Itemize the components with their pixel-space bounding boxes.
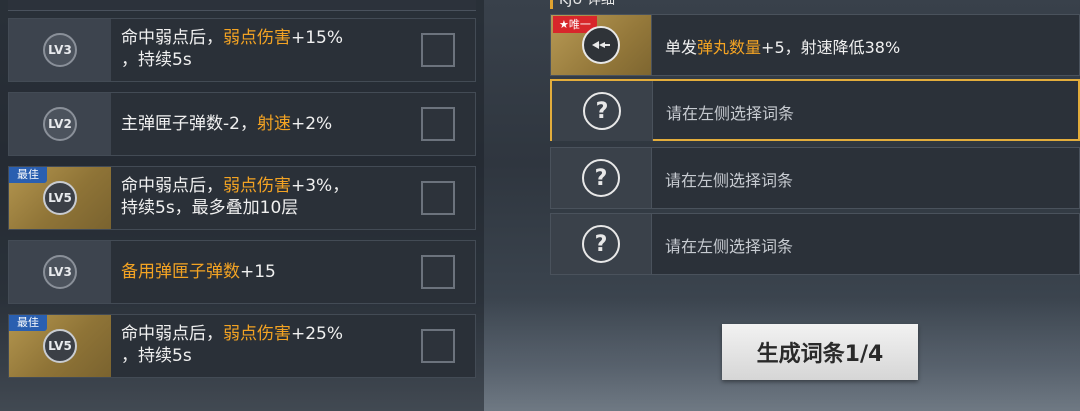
question-icon: ? [582, 225, 620, 263]
highlight-text: 弹丸数量 [697, 38, 762, 57]
text-segment: 命中弱点后， [121, 28, 223, 48]
affix-slot-3[interactable]: ? 请在左侧选择词条 [550, 147, 1080, 209]
generate-affix-button[interactable]: 生成词条1/4 [722, 324, 918, 380]
affix-list-panel: LV3 命中弱点后，弱点伤害+15% ，持续5s LV2 主弹匣子弹数-2，射速+… [0, 0, 484, 411]
text-segment: +15% [291, 28, 344, 48]
question-icon: ? [582, 159, 620, 197]
level-badge: LV3 [43, 33, 77, 67]
affix-checkbox[interactable] [421, 107, 455, 141]
level-cell: 最佳 LV5 [9, 315, 111, 377]
best-tag: 最佳 [9, 167, 47, 183]
level-badge: LV2 [43, 107, 77, 141]
text-segment: +15 [240, 262, 276, 282]
slot-placeholder: 请在左侧选择词条 [666, 104, 795, 123]
affix-slot-2[interactable]: ? 请在左侧选择词条 [550, 79, 1080, 141]
slot-placeholder: 请在左侧选择词条 [665, 171, 794, 190]
text-segment: +5，射速降低38% [761, 38, 901, 57]
best-tag: 最佳 [9, 315, 47, 331]
affix-row-3[interactable]: 最佳 LV5 命中弱点后，弱点伤害+3%， 持续5s，最多叠加10层 [8, 166, 476, 230]
affix-checkbox[interactable] [421, 181, 455, 215]
triple-arrow-icon [582, 26, 620, 64]
affix-description: 命中弱点后，弱点伤害+3%， 持续5s，最多叠加10层 [121, 175, 401, 219]
highlight-text: 射速 [256, 114, 291, 134]
text-segment: ，持续5s [121, 50, 192, 70]
question-icon: ? [583, 92, 621, 130]
text-segment: 命中弱点后， [121, 176, 223, 196]
text-segment: 命中弱点后， [121, 324, 223, 344]
affix-slot-4[interactable]: ? 请在左侧选择词条 [550, 213, 1080, 275]
text-segment: 单发 [665, 38, 698, 57]
highlight-text: 弱点伤害 [223, 324, 291, 344]
level-cell: LV3 [9, 19, 111, 81]
text-segment: 持续5s，最多叠加10层 [121, 198, 299, 218]
slot-text: 单发弹丸数量+5，射速降低38% [665, 34, 900, 58]
highlight-text: 弱点伤害 [223, 28, 291, 48]
affix-slot-1[interactable]: ★唯一 单发弹丸数量+5，射速降低38% [550, 14, 1080, 76]
text-segment: +2% [290, 114, 333, 134]
text-segment: +25% [291, 324, 344, 344]
level-cell: LV2 [9, 93, 111, 155]
affix-row-4[interactable]: LV3 备用弹匣子弹数+15 [8, 240, 476, 304]
affix-description: 命中弱点后，弱点伤害+15% ，持续5s [121, 27, 401, 71]
affix-description: 命中弱点后，弱点伤害+25% ，持续5s [121, 323, 401, 367]
level-badge: LV5 [43, 181, 77, 215]
section-title: KJU 详细 [550, 0, 615, 9]
highlight-text: 备用弹匣子弹数 [121, 262, 240, 282]
level-cell: LV3 [9, 241, 111, 303]
affix-description: 备用弹匣子弹数+15 [121, 261, 401, 283]
affix-row-5[interactable]: 最佳 LV5 命中弱点后，弱点伤害+25% ，持续5s [8, 314, 476, 378]
level-badge: LV5 [43, 329, 77, 363]
affix-description: 主弹匣子弹数-2，射速+2% [121, 113, 401, 135]
affix-row-2[interactable]: LV2 主弹匣子弹数-2，射速+2% [8, 92, 476, 156]
affix-row-1[interactable]: LV3 命中弱点后，弱点伤害+15% ，持续5s [8, 18, 476, 82]
list-top-edge [8, 0, 476, 11]
text-segment: +3%， [291, 176, 350, 196]
slot-icon-cell: ? [551, 214, 652, 274]
text-segment: ，持续5s [121, 346, 192, 366]
slot-icon-cell: ? [552, 81, 653, 141]
affix-checkbox[interactable] [421, 33, 455, 67]
slot-icon-cell: ? [551, 148, 652, 208]
affix-checkbox[interactable] [421, 255, 455, 289]
text-segment: 主弹匣子弹数-2， [121, 114, 257, 134]
level-badge: LV3 [43, 255, 77, 289]
highlight-text: 弱点伤害 [223, 176, 291, 196]
slot-placeholder: 请在左侧选择词条 [665, 237, 794, 256]
level-cell: 最佳 LV5 [9, 167, 111, 229]
slot-icon-cell: ★唯一 [551, 15, 652, 75]
weapon-detail-panel: KJU 详细 ★唯一 单发弹丸数量+5，射速降低38% ? 请在左侧选择词条 ?… [550, 0, 1080, 411]
affix-checkbox[interactable] [421, 329, 455, 363]
